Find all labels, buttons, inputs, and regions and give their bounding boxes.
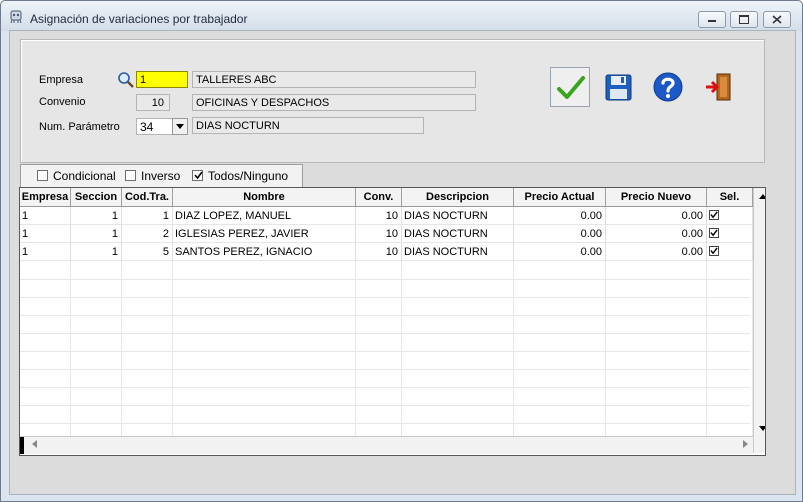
- exit-door-icon: [706, 73, 731, 101]
- arrow-down-icon: [758, 426, 765, 431]
- maximize-button[interactable]: [730, 11, 758, 28]
- col-header-nombre[interactable]: Nombre: [173, 188, 356, 206]
- cell-precio-nuevo[interactable]: 0.00: [606, 225, 707, 243]
- cell-seccion[interactable]: 1: [71, 207, 122, 225]
- cell-conv[interactable]: 10: [356, 243, 402, 261]
- cell-nombre[interactable]: SANTOS PEREZ, IGNACIO: [173, 243, 356, 261]
- row-select-checkbox[interactable]: [709, 210, 719, 220]
- cell-conv[interactable]: 10: [356, 207, 402, 225]
- cell-precio-nuevo[interactable]: 0.00: [606, 243, 707, 261]
- cell-nombre[interactable]: DIAZ LOPEZ, MANUEL: [173, 207, 356, 225]
- cell-descripcion[interactable]: DIAS NOCTURN: [402, 207, 514, 225]
- cell-descripcion[interactable]: DIAS NOCTURN: [402, 243, 514, 261]
- save-button[interactable]: [599, 67, 639, 107]
- arrow-up-icon: [758, 194, 765, 199]
- search-icon[interactable]: [117, 71, 135, 89]
- header-panel: Empresa 1 TALLERES ABC Convenio 10 OFICI…: [20, 39, 765, 163]
- cell-sel[interactable]: [707, 225, 753, 243]
- cell-empresa[interactable]: 1: [20, 225, 71, 243]
- title-bar: Asignación de variaciones por trabajador: [1, 1, 802, 31]
- cell-precio-actual[interactable]: 0.00: [514, 225, 606, 243]
- inverso-checkbox[interactable]: [125, 170, 136, 181]
- inverso-label: Inverso: [141, 169, 181, 183]
- minimize-button[interactable]: [698, 11, 726, 28]
- close-icon: [772, 15, 782, 24]
- col-header-sel[interactable]: Sel.: [707, 188, 753, 206]
- accept-button[interactable]: [550, 67, 590, 107]
- scroll-up-button[interactable]: [754, 188, 765, 204]
- minimize-icon: [708, 20, 716, 22]
- cell-conv[interactable]: 10: [356, 225, 402, 243]
- parametro-select[interactable]: 34: [136, 118, 173, 135]
- check-icon: [710, 211, 718, 219]
- col-header-precio-nuevo[interactable]: Precio Nuevo: [606, 188, 707, 206]
- parametro-label: Num. Parámetro: [39, 121, 120, 133]
- convenio-label: Convenio: [39, 96, 86, 108]
- check-icon: [710, 247, 718, 255]
- close-button[interactable]: [763, 11, 791, 28]
- col-header-empresa[interactable]: Empresa: [20, 188, 71, 206]
- cell-cod-tra[interactable]: 5: [122, 243, 173, 261]
- cell-cod-tra[interactable]: 1: [122, 207, 173, 225]
- todos-ninguno-label: Todos/Ninguno: [208, 169, 289, 183]
- convenio-code-field: 10: [136, 94, 170, 111]
- cell-sel[interactable]: [707, 207, 753, 225]
- grid-header: Empresa Seccion Cod.Tra. Nombre Conv. De…: [20, 188, 753, 207]
- empresa-code-input[interactable]: 1: [136, 71, 188, 88]
- help-button[interactable]: [648, 67, 688, 107]
- floppy-disk-icon: [605, 74, 632, 101]
- cell-precio-actual[interactable]: 0.00: [514, 243, 606, 261]
- cell-cod-tra[interactable]: 2: [122, 225, 173, 243]
- cell-seccion[interactable]: 1: [71, 225, 122, 243]
- col-header-precio-actual[interactable]: Precio Actual: [514, 188, 606, 206]
- cell-precio-actual[interactable]: 0.00: [514, 207, 606, 225]
- cell-nombre[interactable]: IGLESIAS PEREZ, JAVIER: [173, 225, 356, 243]
- arrow-left-icon: [31, 440, 37, 448]
- row-select-checkbox[interactable]: [709, 246, 719, 256]
- condicional-checkbox[interactable]: [37, 170, 48, 181]
- todos-ninguno-checkbox[interactable]: [192, 170, 203, 181]
- app-window: Asignación de variaciones por trabajador…: [0, 0, 803, 502]
- col-header-seccion[interactable]: Seccion: [71, 188, 122, 206]
- col-header-conv[interactable]: Conv.: [356, 188, 402, 206]
- cell-empresa[interactable]: 1: [20, 243, 71, 261]
- col-header-cod-tra[interactable]: Cod.Tra.: [122, 188, 173, 206]
- col-header-descripcion[interactable]: Descripcion: [402, 188, 514, 206]
- arrow-right-icon: [742, 440, 748, 448]
- client-area: Empresa 1 TALLERES ABC Convenio 10 OFICI…: [9, 30, 796, 495]
- empresa-name-field: TALLERES ABC: [192, 71, 476, 88]
- cell-descripcion[interactable]: DIAS NOCTURN: [402, 225, 514, 243]
- check-icon: [194, 171, 203, 180]
- parametro-desc-field: DIAS NOCTURN: [192, 117, 424, 134]
- app-icon: [10, 10, 22, 24]
- workers-grid[interactable]: Empresa Seccion Cod.Tra. Nombre Conv. De…: [19, 187, 766, 456]
- convenio-name-field: OFICINAS Y DESPACHOS: [192, 94, 476, 111]
- window-title: Asignación de variaciones por trabajador: [30, 12, 248, 26]
- scroll-track-start: [20, 437, 24, 454]
- empresa-label: Empresa: [39, 74, 84, 86]
- maximize-icon: [739, 15, 749, 24]
- condicional-label: Condicional: [53, 169, 116, 183]
- exit-button[interactable]: [696, 67, 736, 107]
- check-icon: [710, 229, 718, 237]
- scroll-left-button[interactable]: [26, 437, 42, 454]
- cell-empresa[interactable]: 1: [20, 207, 71, 225]
- parametro-dropdown-button[interactable]: [172, 118, 188, 135]
- checkmark-icon: [557, 76, 585, 99]
- chevron-down-icon: [176, 124, 184, 129]
- scroll-right-button[interactable]: [737, 437, 753, 454]
- cell-sel[interactable]: [707, 243, 753, 261]
- cell-precio-nuevo[interactable]: 0.00: [606, 207, 707, 225]
- filter-strip: Condicional Inverso Todos/Ninguno: [20, 164, 303, 187]
- horizontal-scrollbar[interactable]: [20, 436, 753, 454]
- cell-seccion[interactable]: 1: [71, 243, 122, 261]
- vertical-scrollbar[interactable]: [753, 188, 765, 453]
- row-select-checkbox[interactable]: [709, 228, 719, 238]
- scroll-down-button[interactable]: [754, 420, 765, 436]
- help-icon: [653, 72, 683, 102]
